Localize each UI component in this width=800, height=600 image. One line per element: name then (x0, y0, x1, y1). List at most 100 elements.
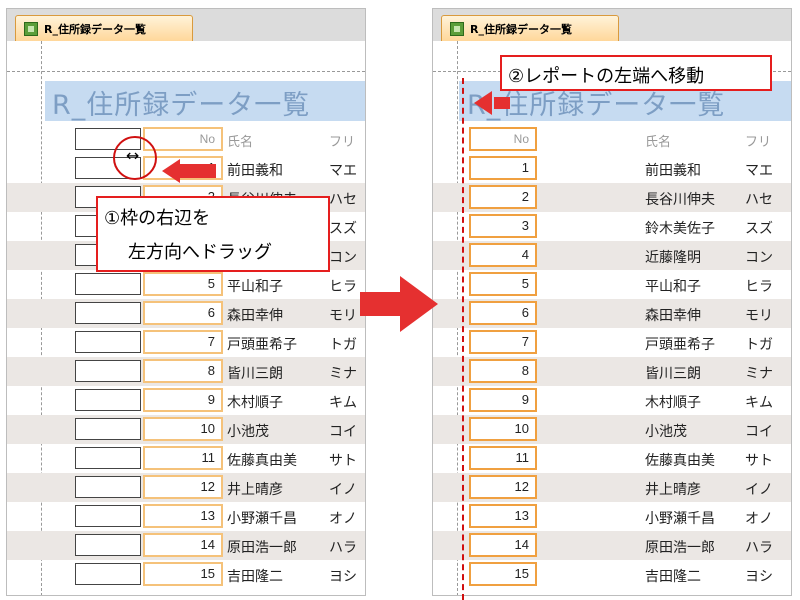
name-field: 木村順子 (645, 395, 701, 411)
kana-field: ミナ (745, 366, 773, 382)
name-field: 鈴木美佐子 (645, 221, 715, 237)
kana-field: コイ (329, 424, 357, 440)
name-field: 皆川三朗 (645, 366, 701, 382)
name-field: 近藤隆明 (645, 250, 701, 266)
name-field: 吉田隆二 (645, 569, 701, 585)
instruction-line-1: ①枠の右辺を (104, 208, 211, 229)
transition-arrow-icon (360, 276, 438, 332)
no-field[interactable]: 13 (469, 504, 537, 528)
no-field[interactable]: 10 (469, 417, 537, 441)
no-field[interactable]: 1 (469, 156, 537, 180)
no-field[interactable]: 10 (143, 417, 223, 441)
no-field[interactable]: 5 (143, 272, 223, 296)
kana-field: ヒラ (329, 279, 357, 295)
report-icon (24, 22, 38, 36)
empty-textbox-field[interactable] (75, 476, 141, 498)
kana-column-header: フリ (745, 135, 772, 150)
no-field[interactable]: 4 (469, 243, 537, 267)
report-title: R_住所録データ一覧 (52, 90, 311, 121)
name-field: 原田浩一郎 (645, 540, 715, 556)
name-field: 長谷川伸夫 (645, 192, 715, 208)
name-field: 小池茂 (227, 424, 269, 440)
name-field: 戸頭亜希子 (227, 337, 297, 353)
no-field[interactable]: 13 (143, 504, 223, 528)
no-field[interactable]: 9 (469, 388, 537, 412)
name-field: 小野瀬千昌 (227, 511, 297, 527)
no-field[interactable]: 2 (469, 185, 537, 209)
document-tab-strip: R_住所録データ一覧 (7, 9, 365, 41)
empty-textbox-field[interactable] (75, 302, 141, 324)
name-field: 井上晴彦 (227, 482, 283, 498)
report-icon (450, 22, 464, 36)
callout-arrow-head (162, 159, 180, 183)
callout-arrow-body (178, 164, 216, 178)
empty-textbox-field[interactable] (75, 447, 141, 469)
document-tab-strip: R_住所録データ一覧 (433, 9, 791, 41)
kana-field: ミナ (329, 366, 357, 382)
name-field: 井上晴彦 (645, 482, 701, 498)
no-field[interactable]: 7 (469, 330, 537, 354)
name-field: 皆川三朗 (227, 366, 283, 382)
empty-textbox-field[interactable] (75, 273, 141, 295)
empty-textbox-field[interactable] (75, 534, 141, 556)
kana-column-header: フリ (329, 135, 356, 150)
instruction-callout-2: ②レポートの左端へ移動 (500, 55, 772, 91)
name-field: 佐藤真由美 (227, 453, 297, 469)
no-field[interactable]: 3 (469, 214, 537, 238)
no-field[interactable]: 9 (143, 388, 223, 412)
kana-field: マエ (329, 163, 357, 179)
kana-field: トガ (745, 337, 773, 353)
no-field[interactable]: 6 (469, 301, 537, 325)
no-field[interactable]: 7 (143, 330, 223, 354)
kana-field: オノ (745, 511, 773, 527)
instruction-callout-1: ①枠の右辺を 左方向へドラッグ (96, 196, 330, 272)
no-field[interactable]: 12 (469, 475, 537, 499)
no-field[interactable]: 5 (469, 272, 537, 296)
name-field: 佐藤真由美 (645, 453, 715, 469)
kana-field: スズ (745, 221, 773, 237)
no-field[interactable]: 8 (469, 359, 537, 383)
name-field: 戸頭亜希子 (645, 337, 715, 353)
no-field[interactable]: 11 (143, 446, 223, 470)
empty-textbox-field[interactable] (75, 505, 141, 527)
kana-field: ハラ (745, 540, 773, 556)
name-field: 平山和子 (227, 279, 283, 295)
empty-textbox-field[interactable] (75, 563, 141, 585)
report-tab[interactable]: R_住所録データ一覧 (15, 15, 193, 41)
report-left-edge-guide (462, 78, 464, 600)
name-field: 原田浩一郎 (227, 540, 297, 556)
no-field[interactable]: 8 (143, 359, 223, 383)
report-tab-label: R_住所録データ一覧 (44, 23, 146, 36)
name-field: 前田義和 (645, 163, 701, 179)
resize-cursor-icon: ↔ (126, 146, 140, 165)
name-field: 森田幸伸 (227, 308, 283, 324)
name-field: 小野瀬千昌 (645, 511, 715, 527)
no-field[interactable]: 14 (469, 533, 537, 557)
no-column-header[interactable]: No (469, 127, 537, 151)
kana-field: ヨシ (329, 569, 357, 585)
name-column-header: 氏名 (227, 135, 254, 150)
kana-field: モリ (745, 308, 773, 324)
empty-textbox-field[interactable] (75, 360, 141, 382)
kana-field: コン (329, 250, 357, 266)
no-field[interactable]: 6 (143, 301, 223, 325)
report-design-view-before: R_住所録データ一覧 R_住所録データ一覧 No氏名フリ1前田義和マエ2長谷川伸… (6, 8, 366, 596)
empty-textbox-field[interactable] (75, 331, 141, 353)
empty-textbox-field[interactable] (75, 418, 141, 440)
callout-arrow-body (494, 97, 510, 109)
kana-field: トガ (329, 337, 357, 353)
no-field[interactable]: 11 (469, 446, 537, 470)
empty-textbox-field[interactable] (75, 389, 141, 411)
kana-field: キム (745, 395, 773, 411)
no-column-header[interactable]: No (143, 127, 223, 151)
no-field[interactable]: 14 (143, 533, 223, 557)
name-field: 平山和子 (645, 279, 701, 295)
kana-field: ハセ (745, 192, 773, 208)
kana-field: ハセ (329, 192, 357, 208)
report-tab[interactable]: R_住所録データ一覧 (441, 15, 619, 41)
name-field: 森田幸伸 (645, 308, 701, 324)
no-field[interactable]: 15 (143, 562, 223, 586)
no-field[interactable]: 15 (469, 562, 537, 586)
no-field[interactable]: 12 (143, 475, 223, 499)
kana-field: スズ (329, 221, 357, 237)
